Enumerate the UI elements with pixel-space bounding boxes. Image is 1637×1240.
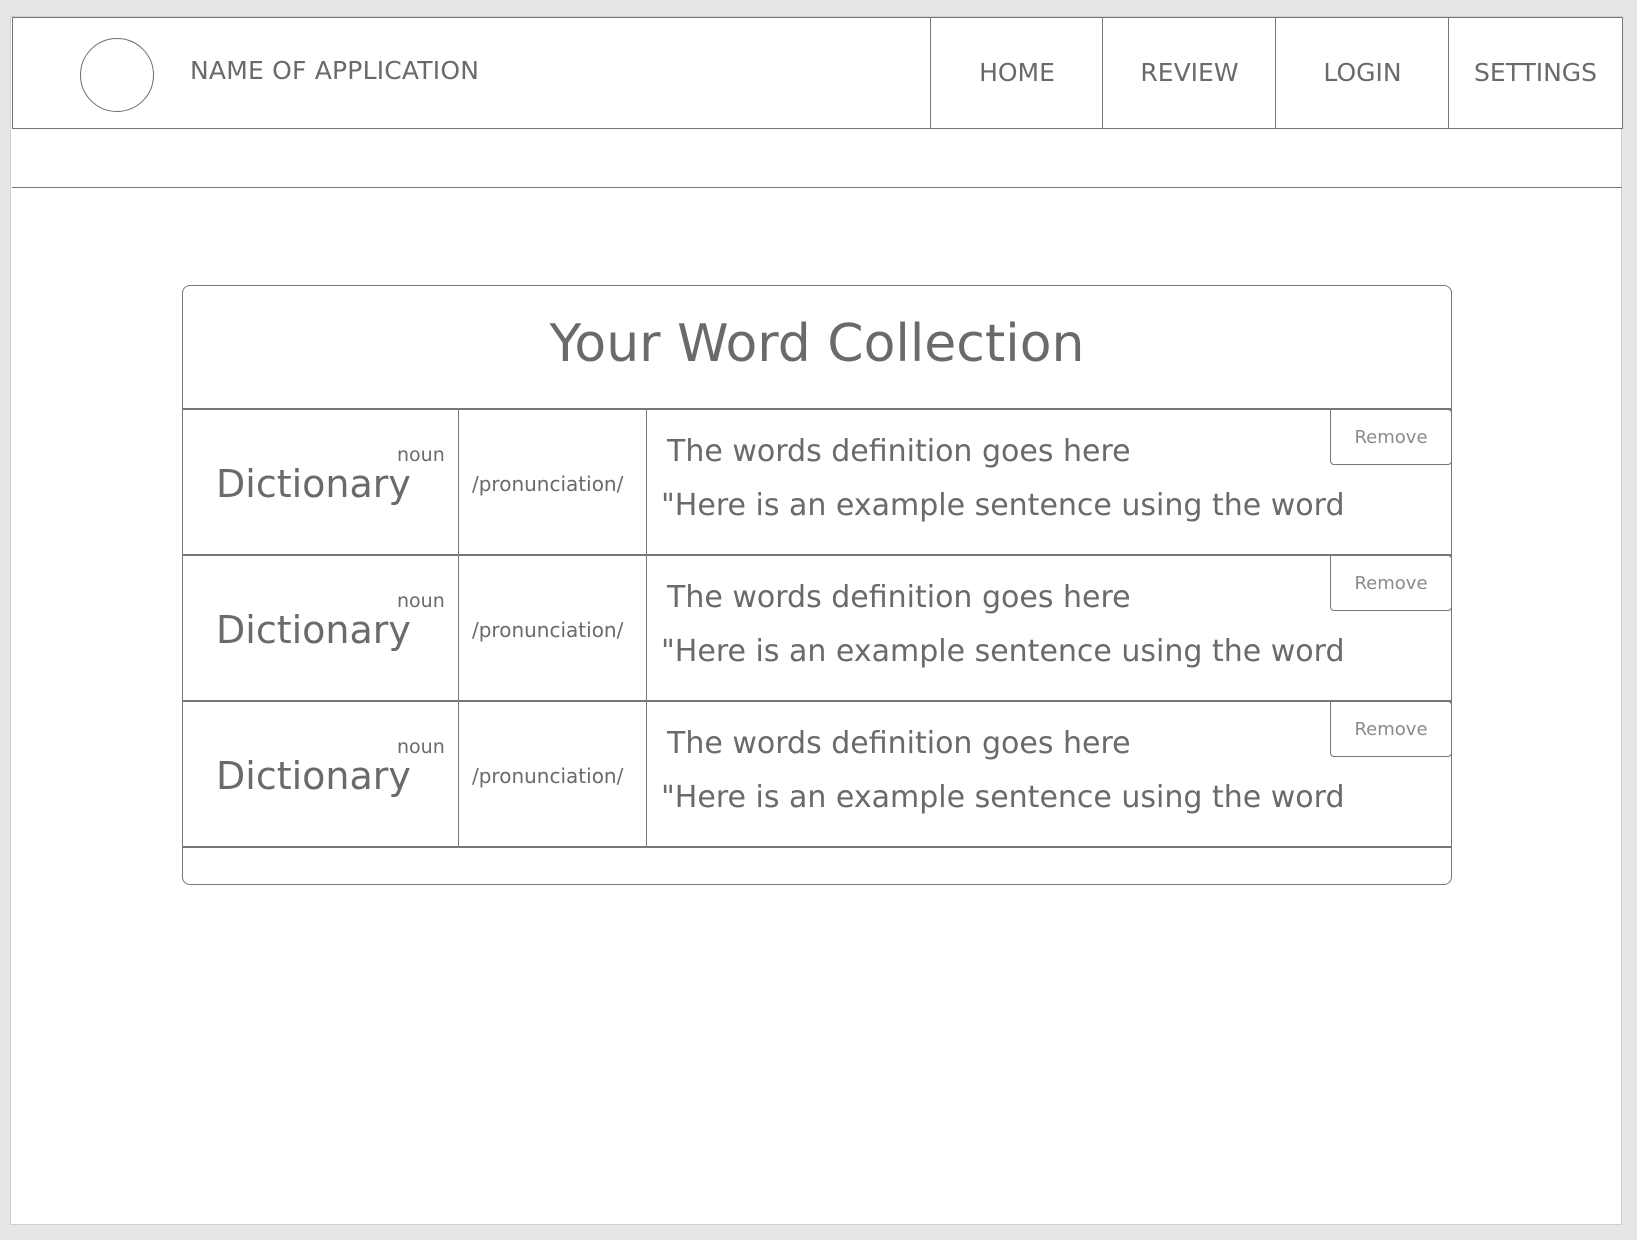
- pronunciation-cell: /pronunciation/: [459, 556, 647, 700]
- nav-login-button[interactable]: LOGIN: [1275, 16, 1450, 129]
- word-row: Dictionary noun /pronunciation/ The word…: [183, 408, 1452, 554]
- part-of-speech: noun: [397, 736, 445, 758]
- top-navigation-bar: NAME OF APPLICATION HOME REVIEW LOGIN SE…: [12, 16, 1623, 129]
- definition-cell: The words definition goes here "Here is …: [647, 701, 1452, 846]
- pronunciation-text: /pronunciation/: [472, 472, 624, 496]
- word-text: Dictionary: [216, 754, 411, 798]
- word-cell: Dictionary noun: [183, 410, 459, 554]
- word-cell: Dictionary noun: [183, 702, 459, 846]
- example-sentence: "Here is an example sentence using the w…: [661, 634, 1345, 669]
- collection-title: Your Word Collection: [549, 314, 1085, 374]
- circle-logo-icon[interactable]: [80, 38, 154, 112]
- word-row: Dictionary noun /pronunciation/ The word…: [183, 554, 1452, 700]
- remove-button[interactable]: Remove: [1330, 701, 1452, 757]
- nav-settings-button[interactable]: SETTINGS: [1448, 16, 1623, 129]
- word-text: Dictionary: [216, 608, 411, 652]
- remove-button[interactable]: Remove: [1330, 555, 1452, 611]
- definition-text: The words definition goes here: [667, 434, 1131, 469]
- header-divider: [12, 187, 1622, 188]
- app-name: NAME OF APPLICATION: [190, 56, 480, 85]
- remove-button[interactable]: Remove: [1330, 409, 1452, 465]
- word-list: Dictionary noun /pronunciation/ The word…: [183, 408, 1452, 848]
- pronunciation-text: /pronunciation/: [472, 764, 624, 788]
- part-of-speech: noun: [397, 444, 445, 466]
- example-sentence: "Here is an example sentence using the w…: [661, 488, 1345, 523]
- definition-text: The words definition goes here: [667, 580, 1131, 615]
- word-text: Dictionary: [216, 462, 411, 506]
- nav-review-button[interactable]: REVIEW: [1102, 16, 1277, 129]
- definition-cell: The words definition goes here "Here is …: [647, 555, 1452, 700]
- word-cell: Dictionary noun: [183, 556, 459, 700]
- pronunciation-cell: /pronunciation/: [459, 410, 647, 554]
- pronunciation-text: /pronunciation/: [472, 618, 624, 642]
- definition-text: The words definition goes here: [667, 726, 1131, 761]
- nav-home-button[interactable]: HOME: [930, 16, 1104, 129]
- part-of-speech: noun: [397, 590, 445, 612]
- example-sentence: "Here is an example sentence using the w…: [661, 780, 1345, 815]
- word-row: Dictionary noun /pronunciation/ The word…: [183, 700, 1452, 848]
- pronunciation-cell: /pronunciation/: [459, 702, 647, 846]
- word-collection-card: Your Word Collection Dictionary noun /pr…: [182, 285, 1452, 885]
- definition-cell: The words definition goes here "Here is …: [647, 409, 1452, 554]
